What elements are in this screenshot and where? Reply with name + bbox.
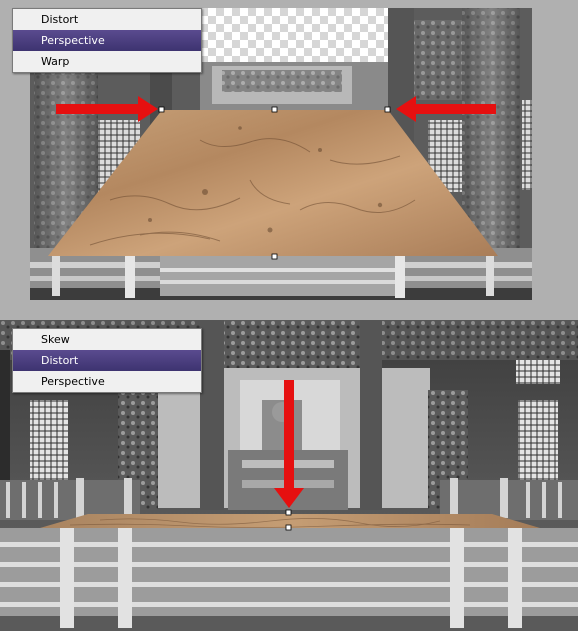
- menu-item-distort[interactable]: Distort: [13, 350, 201, 371]
- menu-item-distort[interactable]: Distort: [13, 9, 201, 30]
- menu-item-warp[interactable]: Warp: [13, 51, 201, 72]
- distort-example-panel: Skew Distort Perspective: [0, 320, 578, 631]
- perspective-example-panel: Distort Perspective Warp: [0, 0, 578, 320]
- transform-context-menu: Distort Perspective Warp: [12, 8, 202, 73]
- menu-item-skew[interactable]: Skew: [13, 329, 201, 350]
- menu-item-perspective[interactable]: Perspective: [13, 30, 201, 51]
- menu-item-perspective[interactable]: Perspective: [13, 371, 201, 392]
- transform-context-menu: Skew Distort Perspective: [12, 328, 202, 393]
